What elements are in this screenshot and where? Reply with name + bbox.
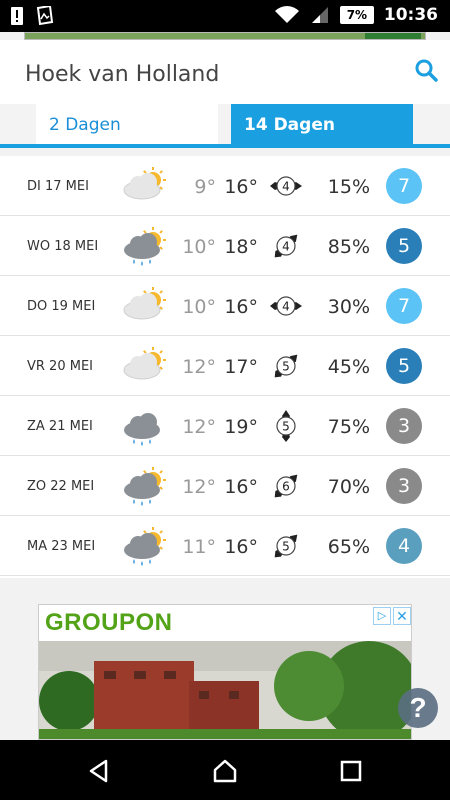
wifi-icon <box>274 6 299 23</box>
max-temp: 19° <box>224 416 258 438</box>
max-temp: 16° <box>224 476 258 498</box>
sun-cloud-icon <box>123 347 166 380</box>
rain-chance: 70% <box>327 476 370 498</box>
ad-header: GROUPON ▷ ✕ <box>39 605 411 641</box>
max-temp: 16° <box>224 536 258 558</box>
header: Hoek van Holland 2 Dagen 14 Dagen <box>0 40 450 148</box>
clock: 10:36 <box>383 5 438 25</box>
top-ad-banner[interactable] <box>24 32 426 40</box>
wind-speed-label: 5 <box>282 420 290 434</box>
wind-speed-label: 4 <box>282 180 290 194</box>
min-temp: 12° <box>182 416 216 438</box>
min-temp: 9° <box>194 176 216 198</box>
max-temp: 16° <box>224 296 258 318</box>
max-temp: 16° <box>224 176 258 198</box>
min-temp: 12° <box>182 356 216 378</box>
day-label: ZO 22 MEI <box>27 479 95 494</box>
day-label: VR 20 MEI <box>27 359 93 374</box>
back-icon[interactable] <box>86 758 112 784</box>
top-ad-button[interactable] <box>365 33 421 39</box>
ad-image[interactable] <box>39 641 412 740</box>
sun-cloud-icon <box>123 287 166 320</box>
wind-speed-label: 4 <box>282 300 290 314</box>
uv-index-badge: 3 <box>386 468 422 504</box>
signal-icon <box>311 7 328 23</box>
day-label: DO 19 MEI <box>27 299 96 314</box>
min-temp: 10° <box>182 236 216 258</box>
forecast-row[interactable]: ZA 21 MEI 12° 19° 5 75% 3 <box>0 396 450 456</box>
day-label: WO 18 MEI <box>27 239 99 254</box>
uv-index-badge: 7 <box>386 168 422 204</box>
battery-indicator: 7% <box>339 6 374 24</box>
search-icon[interactable] <box>414 58 438 82</box>
min-temp: 12° <box>182 476 216 498</box>
rain-chance: 75% <box>327 416 370 438</box>
location-title: Hoek van Holland <box>25 62 220 87</box>
tab-14-dagen[interactable]: 14 Dagen <box>231 104 413 144</box>
wind-speed-label: 6 <box>282 480 290 494</box>
day-label: ZA 21 MEI <box>27 419 93 434</box>
wind-direction-icon: 5 <box>276 410 296 442</box>
wind-direction-icon: 5 <box>274 354 298 378</box>
ad-choices-icon[interactable]: ▷ <box>373 607 391 625</box>
wind-speed-label: 5 <box>282 360 290 374</box>
cloud-rain-icon <box>124 413 160 446</box>
wind-speed-label: 4 <box>282 240 290 254</box>
forecast-row[interactable]: MA 23 MEI 11° 16° 5 65% 4 <box>0 516 450 576</box>
forecast-row[interactable]: ZO 22 MEI 12° 16° 6 70% 3 <box>0 456 450 516</box>
alert-icon <box>11 7 23 25</box>
groupon-logo: GROUPON <box>45 609 173 636</box>
max-temp: 17° <box>224 356 258 378</box>
recents-icon[interactable] <box>338 758 364 784</box>
max-temp: 18° <box>224 236 258 258</box>
uv-index-badge: 5 <box>386 348 422 384</box>
sun-cloud-rain-icon <box>124 467 166 506</box>
forecast-row[interactable]: DO 19 MEI 10° 16° 4 30% 7 <box>0 276 450 336</box>
forecast-row[interactable]: VR 20 MEI 12° 17° 5 45% 5 <box>0 336 450 396</box>
uv-index-badge: 3 <box>386 408 422 444</box>
groupon-ad[interactable]: GROUPON ▷ ✕ <box>38 604 412 740</box>
wind-direction-icon: 4 <box>270 296 302 316</box>
wind-direction-icon: 6 <box>274 474 298 498</box>
sun-cloud-rain-icon <box>124 227 166 266</box>
wind-direction-icon: 4 <box>274 234 298 258</box>
navigation-bar <box>0 740 450 800</box>
rain-chance: 15% <box>327 176 370 198</box>
forecast-row[interactable]: WO 18 MEI 10° 18° 4 85% 5 <box>0 216 450 276</box>
uv-index-badge: 4 <box>386 528 422 564</box>
day-label: DI 17 MEI <box>27 179 89 194</box>
min-temp: 11° <box>182 536 216 558</box>
wind-speed-label: 5 <box>282 540 290 554</box>
rain-chance: 65% <box>327 536 370 558</box>
rain-chance: 45% <box>327 356 370 378</box>
day-label: MA 23 MEI <box>27 539 96 554</box>
tab-2-dagen[interactable]: 2 Dagen <box>36 104 218 144</box>
rain-chance: 85% <box>327 236 370 258</box>
forecast-row[interactable]: DI 17 MEI 9° 16° 4 15% 7 <box>0 156 450 216</box>
status-bar: 7% 10:36 <box>0 0 450 32</box>
rain-chance: 30% <box>327 296 370 318</box>
min-temp: 10° <box>182 296 216 318</box>
forecast-list: DI 17 MEI 9° 16° 4 15% 7 WO 18 MEI 10° 18° 4 85% 5 D… <box>0 156 450 578</box>
wind-direction-icon: 5 <box>274 534 298 558</box>
ad-close-icon[interactable]: ✕ <box>393 607 411 625</box>
image-icon <box>36 6 54 26</box>
tab-underline <box>0 144 450 148</box>
wind-direction-icon: 4 <box>270 176 302 196</box>
sun-cloud-icon <box>123 167 166 200</box>
help-button[interactable]: ? <box>398 688 438 728</box>
home-icon[interactable] <box>212 758 238 784</box>
uv-index-badge: 7 <box>386 288 422 324</box>
uv-index-badge: 5 <box>386 228 422 264</box>
sun-cloud-rain-icon <box>124 527 166 566</box>
